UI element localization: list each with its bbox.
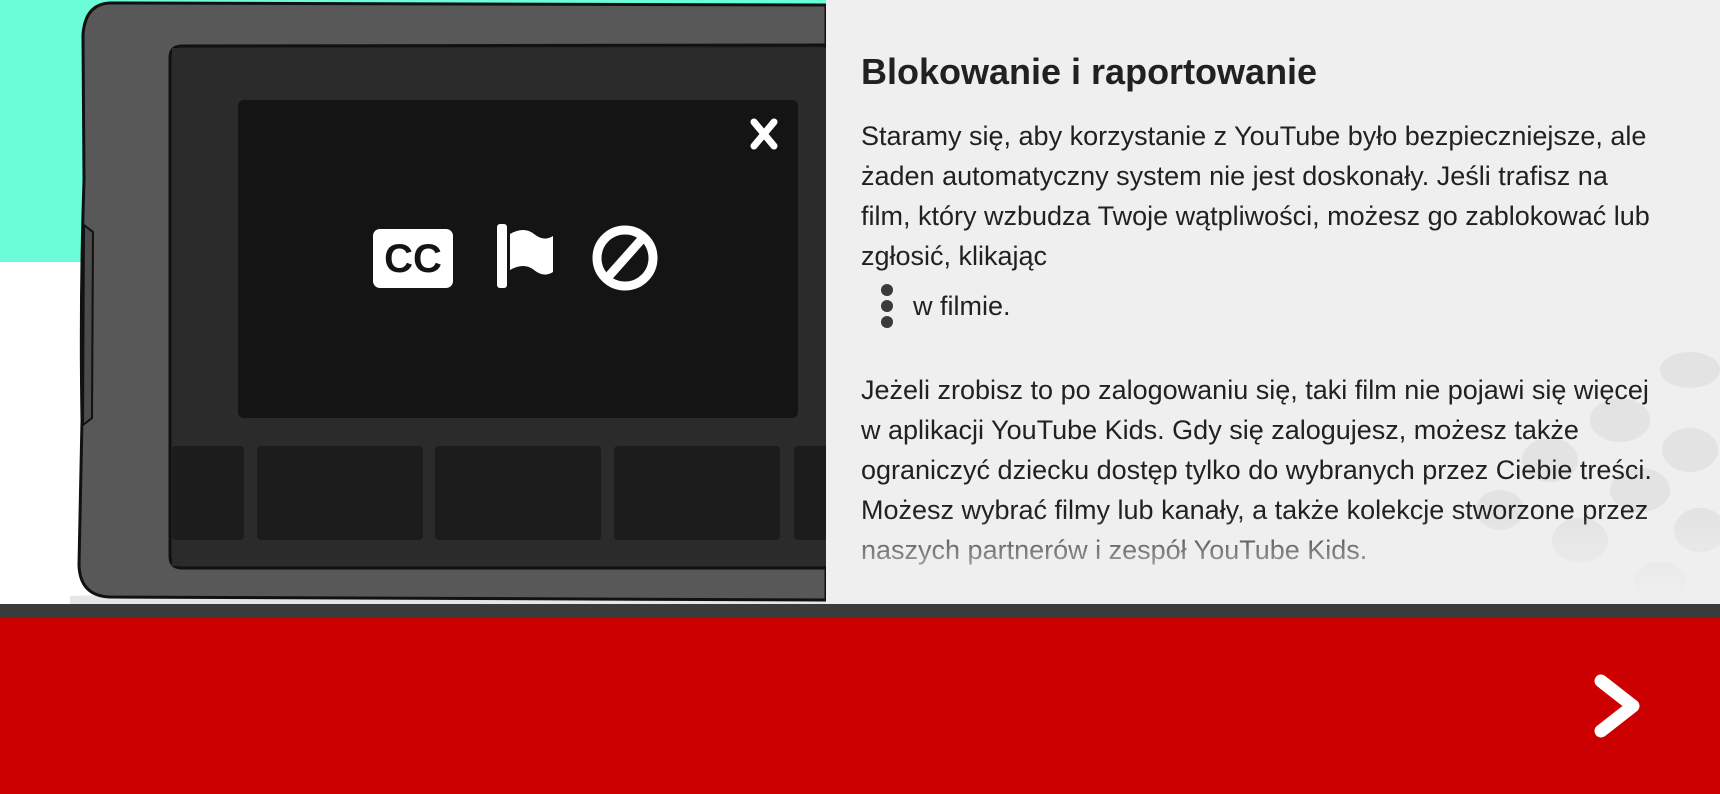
closed-captions-icon: CC: [373, 229, 453, 288]
text-fade: [826, 514, 1720, 604]
panel-content: Blokowanie i raportowanie Staramy się, a…: [861, 48, 1661, 570]
panel-title: Blokowanie i raportowanie: [861, 51, 1318, 92]
more-options-icon: [875, 284, 899, 328]
tutorial-slide: CC Blokowanie i raportowanie Staramy się…: [0, 0, 1720, 794]
next-button[interactable]: [1580, 668, 1656, 744]
chevron-right-icon: [1594, 674, 1640, 738]
paragraph-intro-tail-text: w filmie.: [913, 291, 1011, 321]
tablet-drawing: CC: [70, 1, 826, 604]
tablet-illustration: CC: [0, 0, 826, 604]
paragraph-intro-tail: w filmie.: [861, 284, 1661, 328]
info-panel: Blokowanie i raportowanie Staramy się, a…: [826, 0, 1720, 604]
footer-bar: [0, 618, 1720, 794]
paragraph-intro: Staramy się, aby korzystanie z YouTube b…: [861, 121, 1650, 271]
cc-label: CC: [384, 237, 442, 281]
footer-divider: [0, 604, 1720, 618]
